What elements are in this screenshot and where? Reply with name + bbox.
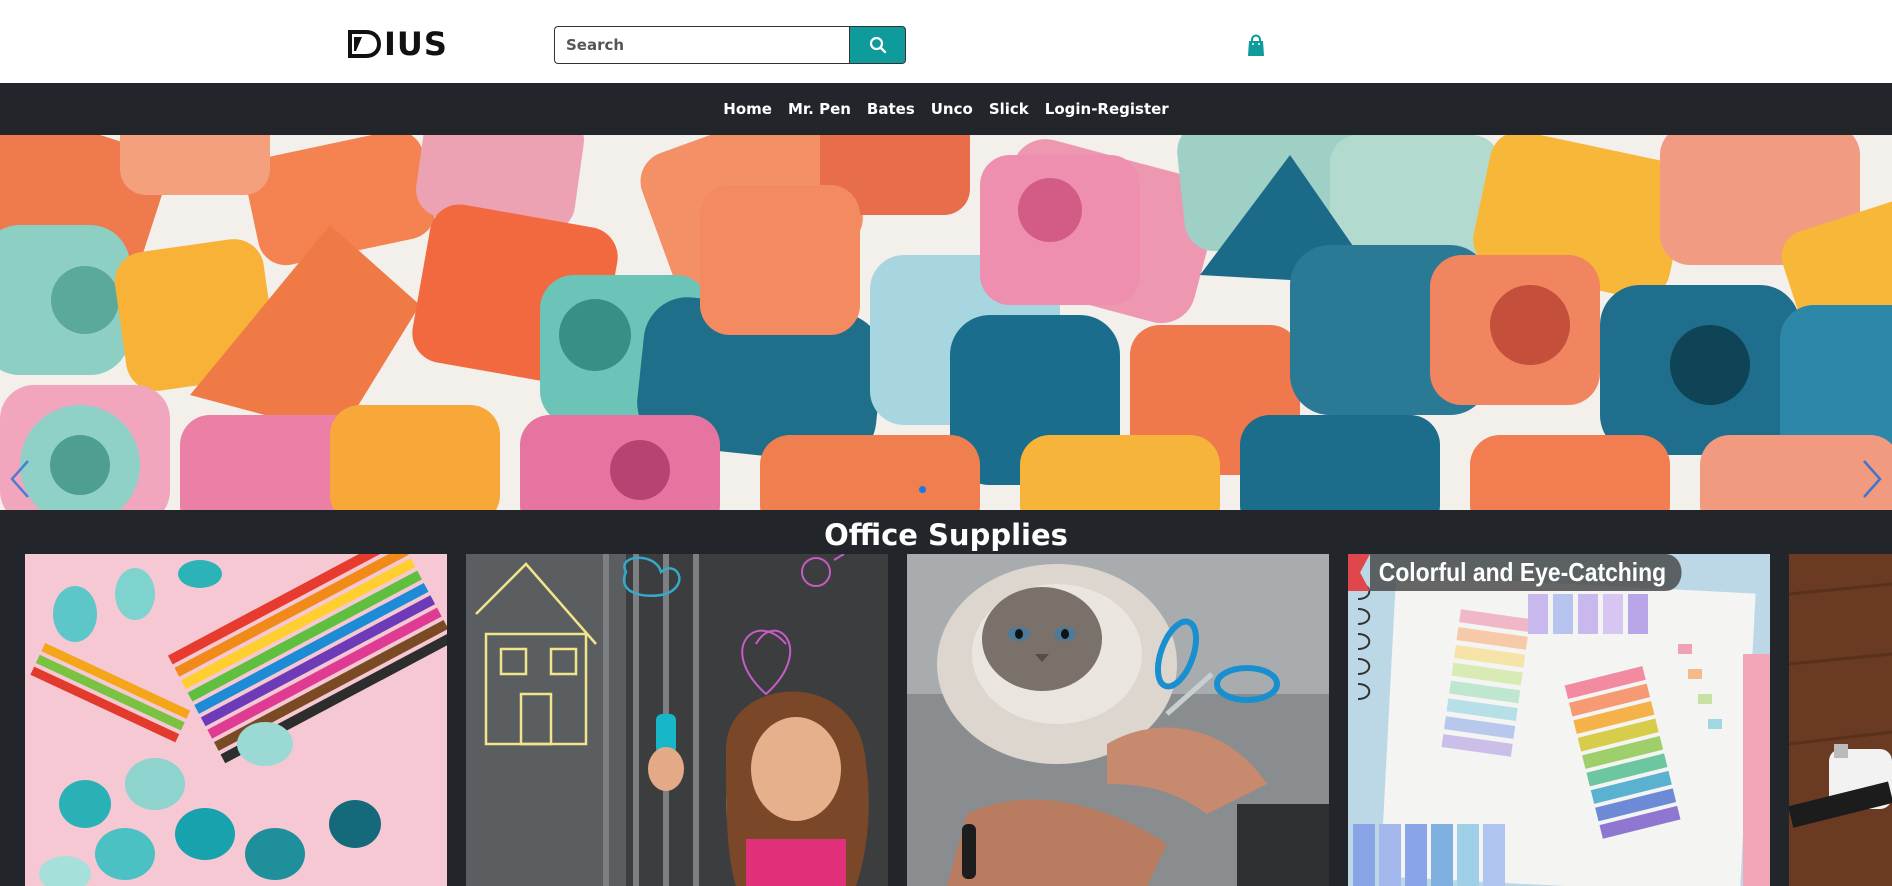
product-card[interactable] [1789,554,1892,886]
nav-item-slick[interactable]: Slick [989,100,1029,118]
nav-item-login-register[interactable]: Login-Register [1045,100,1169,118]
header: IUS [0,0,1892,83]
section-title: Office Supplies [824,518,1068,552]
product-card[interactable] [25,554,447,886]
search-icon [869,36,886,54]
carousel-dots [919,486,926,493]
logo-mark-icon [348,30,382,58]
logo-text: IUS [384,25,448,63]
product-image [1789,554,1892,886]
shopping-bag-icon[interactable] [1246,34,1266,58]
product-image [1348,554,1770,886]
product-image [907,554,1329,886]
chevron-left-icon[interactable] [6,457,36,501]
card-tag-text: Colorful and Eye-Catching [1370,554,1682,591]
main-nav: Home Mr. Pen Bates Unco Slick Login-Regi… [0,83,1892,135]
logo[interactable]: IUS [348,27,448,61]
tag-flag-icon [1348,554,1370,591]
product-card[interactable] [466,554,888,886]
nav-item-mr-pen[interactable]: Mr. Pen [788,100,851,118]
search-form [554,26,906,64]
product-image [466,554,888,886]
nav-item-bates[interactable]: Bates [867,100,915,118]
chevron-right-icon[interactable] [1856,457,1886,501]
product-card[interactable] [907,554,1329,886]
search-button[interactable] [849,26,906,64]
product-image [25,554,447,886]
carousel-dot[interactable] [919,486,926,493]
nav-item-home[interactable]: Home [723,100,772,118]
product-card[interactable]: Colorful and Eye-Catching [1348,554,1770,886]
hero-carousel[interactable] [0,135,1892,510]
hero-image [0,135,1892,510]
nav-item-unco[interactable]: Unco [931,100,973,118]
search-input[interactable] [554,26,849,64]
card-tag: Colorful and Eye-Catching [1348,554,1724,591]
